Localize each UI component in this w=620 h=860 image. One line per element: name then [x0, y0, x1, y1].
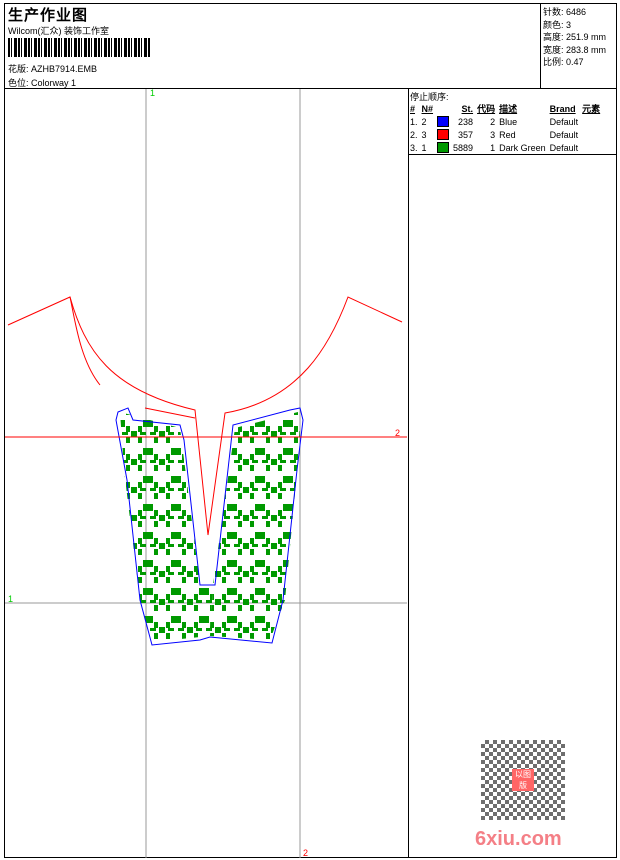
watermark-site: 6xiu.com — [475, 828, 562, 850]
grid-label: 1 — [8, 594, 14, 604]
grid-label: 1 — [150, 88, 156, 98]
red-contour — [69, 296, 196, 419]
stamp-logo: 以图版 — [512, 769, 534, 791]
production-worksheet: 生产作业图 Wilcom(汇众) 装饰工作室 花版: AZHB7914.EMB … — [0, 0, 620, 860]
grid-label: 2 — [303, 848, 309, 858]
red-neckline — [7, 296, 403, 536]
grid-label: 2 — [395, 428, 401, 438]
design-canvas — [5, 89, 407, 858]
